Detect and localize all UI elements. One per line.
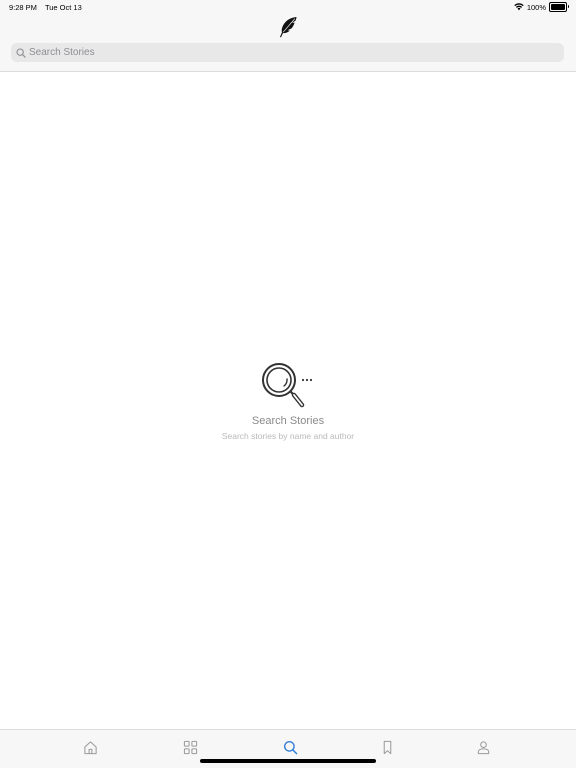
person-icon [477, 740, 489, 754]
tab-home[interactable] [81, 738, 99, 756]
tab-browse[interactable] [181, 738, 199, 756]
magnifier-icon [262, 363, 313, 408]
battery-percentage: 100% [526, 2, 546, 12]
home-indicator[interactable] [200, 759, 376, 763]
wifi-icon [514, 3, 524, 11]
tab-search[interactable] [281, 738, 299, 756]
status-date: Tue Oct 13 [44, 3, 82, 12]
search-input[interactable] [29, 43, 564, 62]
status-time: 9:28 PM [9, 3, 37, 12]
search-icon [16, 47, 26, 58]
battery-icon [549, 2, 569, 12]
navigation-header [0, 14, 576, 72]
tab-profile[interactable] [474, 738, 492, 756]
status-bar: 9:28 PM Tue Oct 13 100% [0, 0, 576, 14]
tab-bar [0, 729, 576, 768]
search-icon [283, 740, 297, 754]
feather-icon [280, 17, 297, 38]
empty-state-title: Search Stories [251, 415, 325, 427]
empty-state-subtitle: Search stories by name and author [221, 431, 355, 441]
tab-bookmarks[interactable] [378, 738, 396, 756]
home-icon [83, 740, 97, 754]
search-screen: 9:28 PM Tue Oct 13 100% Search Stories S… [0, 0, 576, 768]
grid-icon [183, 740, 197, 754]
empty-state: Search Stories Search stories by name an… [0, 360, 576, 441]
search-bar[interactable] [11, 43, 564, 62]
bookmark-icon [383, 740, 391, 754]
